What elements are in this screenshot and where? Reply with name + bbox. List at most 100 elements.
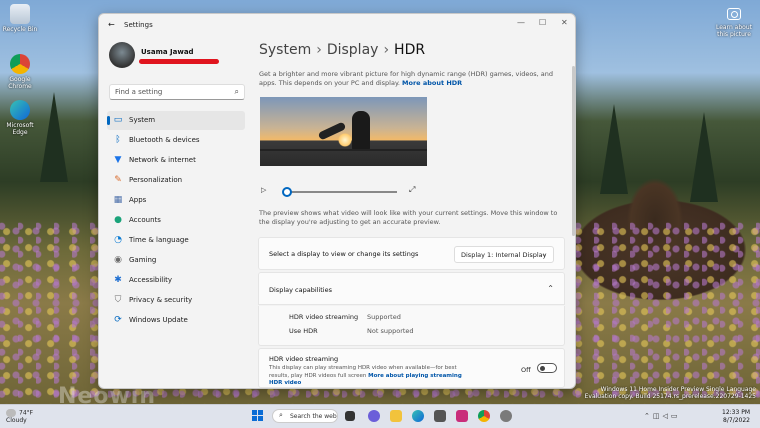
sidebar-item-gaming[interactable]: ◉ Gaming <box>107 251 245 270</box>
display-capabilities-header[interactable]: Display capabilities ⌃ <box>258 272 565 305</box>
shield-icon: ⛉ <box>114 295 122 305</box>
file-explorer-icon[interactable] <box>390 410 402 422</box>
desktop-icon-chrome[interactable]: Google Chrome <box>2 54 38 90</box>
capability-value: Not supported <box>367 327 414 335</box>
start-button[interactable] <box>252 410 264 422</box>
snipping-tool-icon[interactable] <box>456 410 468 422</box>
sidebar-item-label: System <box>129 116 156 124</box>
sidebar-item-label: Gaming <box>129 256 157 264</box>
expand-icon[interactable]: ⤢ <box>409 185 415 195</box>
desktop-icon-edge[interactable]: Microsoft Edge <box>2 100 38 136</box>
back-arrow-icon[interactable]: ← <box>108 20 115 29</box>
display-capabilities-title: Display capabilities <box>269 286 332 294</box>
maximize-icon[interactable]: ☐ <box>539 18 546 27</box>
sidebar-item-label: Personalization <box>129 176 183 184</box>
taskbar-search[interactable]: ⌕ Search the web <box>272 409 338 423</box>
accessibility-icon: ✱ <box>114 275 122 285</box>
sidebar-item-label: Accessibility <box>129 276 173 284</box>
minimize-icon[interactable]: — <box>517 18 525 27</box>
sidebar-item-accounts[interactable]: ● Accounts <box>107 211 245 230</box>
sidebar-item-label: Network & internet <box>129 156 196 164</box>
close-icon[interactable]: ✕ <box>561 18 568 27</box>
title-bar[interactable]: ← Settings — ☐ ✕ <box>99 14 575 36</box>
weather-temp: 74°F <box>19 409 34 417</box>
apps-icon: ▦ <box>113 195 123 205</box>
breadcrumb: System › Display › HDR <box>259 42 425 58</box>
settings-gear-icon[interactable] <box>500 410 512 422</box>
search-icon: ⌕ <box>234 87 239 96</box>
chat-icon[interactable] <box>368 410 380 422</box>
hdr-streaming-title: HDR video streaming <box>269 355 339 363</box>
video-person <box>352 111 370 151</box>
tree-decoration <box>40 91 68 182</box>
sidebar-item-apps[interactable]: ▦ Apps <box>107 191 245 210</box>
preview-note: The preview shows what video will look l… <box>259 209 558 226</box>
chevron-up-icon: ⌃ <box>644 412 653 420</box>
seek-slider-handle[interactable] <box>282 187 292 197</box>
capability-label: Use HDR <box>289 327 318 335</box>
video-seek-slider[interactable] <box>285 191 397 193</box>
clock[interactable]: 12:33 PM 8/7/2022 <box>722 409 750 425</box>
more-about-hdr-link[interactable]: More about HDR <box>402 79 462 87</box>
search-input[interactable]: Find a setting ⌕ <box>109 84 245 100</box>
learn-about-picture-label: Learn about this picture <box>716 24 752 38</box>
page-title: HDR <box>394 42 426 58</box>
weather-widget[interactable]: 74°F Cloudy <box>6 409 33 424</box>
system-tray[interactable]: ⌃◫◁▭ <box>644 412 681 420</box>
task-view-icon[interactable] <box>345 411 355 421</box>
clock-time: 12:33 PM <box>722 409 750 416</box>
hdr-preview-video[interactable] <box>260 97 427 166</box>
gamepad-icon: ◉ <box>114 255 122 265</box>
hdr-streaming-card: HDR video streaming This display can pla… <box>258 348 565 388</box>
capability-row: Use HDR Not supported <box>289 327 414 335</box>
learn-about-picture[interactable]: Learn about this picture <box>712 8 756 38</box>
search-icon: ⌕ <box>279 411 283 419</box>
recycle-bin-icon <box>10 4 30 24</box>
watermark-line: Windows 11 Home Insider Preview Single L… <box>600 386 756 393</box>
display-select-label: Select a display to view or change its s… <box>269 250 419 258</box>
hdr-description: Get a brighter and more vibrant picture … <box>259 70 559 88</box>
redacted-email-bar <box>139 59 219 64</box>
display-dropdown[interactable]: Display 1: Internal Display ⌄ <box>454 246 554 263</box>
edge-icon[interactable] <box>412 410 424 422</box>
monitor-icon: ▭ <box>113 115 123 125</box>
breadcrumb-chevron-icon: › <box>383 42 390 58</box>
camera-icon <box>727 8 741 20</box>
volume-icon: ◁ <box>662 412 671 420</box>
window-title: Settings <box>124 21 153 29</box>
sidebar-item-label: Time & language <box>129 236 189 244</box>
sidebar-item-system[interactable]: ▭ System <box>107 111 245 130</box>
tree-decoration <box>600 103 628 194</box>
desktop-icon-recycle-bin[interactable]: Recycle Bin <box>2 4 38 33</box>
sidebar-item-label: Privacy & security <box>129 296 193 304</box>
breadcrumb-display[interactable]: Display <box>327 42 379 58</box>
watermark-line: Evaluation copy. Build 25174.rs_prerelea… <box>584 393 756 400</box>
edge-icon <box>10 100 30 120</box>
display-select-card: Select a display to view or change its s… <box>258 237 565 270</box>
chrome-icon[interactable] <box>478 410 490 422</box>
sidebar-item-label: Windows Update <box>129 316 188 324</box>
capability-label: HDR video streaming <box>289 313 359 321</box>
hdr-streaming-toggle[interactable] <box>537 363 557 373</box>
breadcrumb-system[interactable]: System <box>259 42 311 58</box>
sidebar-item-network[interactable]: ▼ Network & internet <box>107 151 245 170</box>
sidebar-item-windows-update[interactable]: ⟳ Windows Update <box>107 311 245 330</box>
network-icon: ◫ <box>652 412 663 420</box>
tree-decoration <box>690 112 718 202</box>
avatar[interactable] <box>109 42 135 68</box>
sidebar-item-bluetooth[interactable]: ᛒ Bluetooth & devices <box>107 131 245 150</box>
capability-value: Supported <box>367 313 401 321</box>
desktop-icon-label: Recycle Bin <box>2 26 38 33</box>
capability-row: HDR video streaming Supported <box>289 313 401 321</box>
play-icon[interactable]: ▷ <box>261 186 266 194</box>
store-icon[interactable] <box>434 410 446 422</box>
sidebar-item-time-language[interactable]: ◔ Time & language <box>107 231 245 250</box>
sidebar-item-privacy[interactable]: ⛉ Privacy & security <box>107 291 245 310</box>
battery-icon: ▭ <box>670 412 681 420</box>
person-icon: ● <box>114 215 122 225</box>
user-name: Usama Jawad <box>141 48 194 56</box>
sidebar-item-accessibility[interactable]: ✱ Accessibility <box>107 271 245 290</box>
display-capabilities-body: HDR video streaming Supported Use HDR No… <box>258 306 565 346</box>
scrollbar[interactable] <box>572 66 575 236</box>
sidebar-item-personalization[interactable]: ✎ Personalization <box>107 171 245 190</box>
